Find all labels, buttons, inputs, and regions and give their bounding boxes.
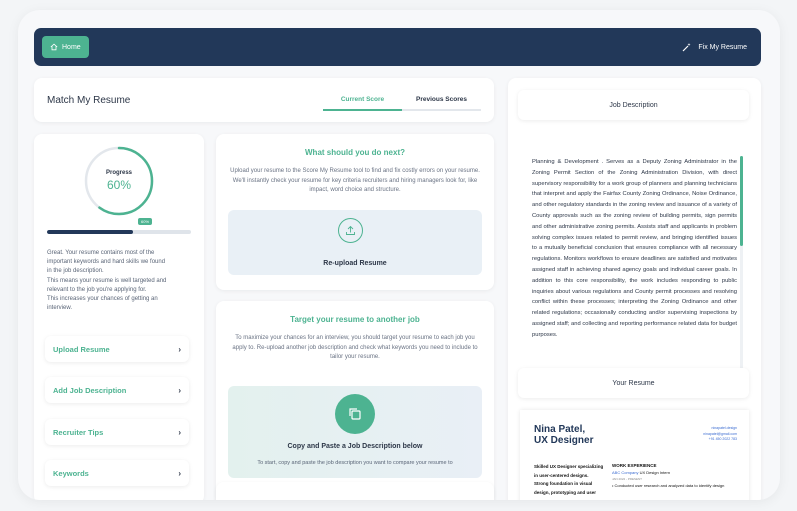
upload-resume-button[interactable]: Upload Resume › xyxy=(45,336,189,362)
resume-contact: ninapatel.design ninapatel@gmail.com +91… xyxy=(703,426,737,443)
resume-phone: +91 450 2022 783 xyxy=(708,437,737,441)
progress-bar-fill xyxy=(47,230,134,234)
page-title: Match My Resume xyxy=(47,94,131,106)
reupload-resume-button[interactable]: Re-upload Resume xyxy=(228,210,482,275)
resume-preview[interactable]: Nina Patel, UX Designer ninapatel.design… xyxy=(520,410,749,500)
progress-bar: 60% xyxy=(47,218,191,234)
progress-bar-badge: 60% xyxy=(138,218,153,225)
progress-value: 60% xyxy=(106,178,132,192)
score-explanation-line: interview. xyxy=(47,305,73,312)
score-explanation-line: important keywords and hard skills we fo… xyxy=(47,259,166,266)
menu-item-label: Keywords xyxy=(53,468,89,478)
paste-job-description-title: Copy and Paste a Job Description below xyxy=(287,443,423,450)
magic-wand-icon xyxy=(682,43,691,52)
tab-current-score[interactable]: Current Score xyxy=(323,90,402,111)
fix-my-resume-button[interactable]: Fix My Resume xyxy=(682,42,753,52)
resume-name: Nina Patel, UX Designer xyxy=(534,424,593,446)
menu-item-label: Recruiter Tips xyxy=(53,427,104,437)
upload-icon xyxy=(338,218,363,243)
company-name: ABC Company xyxy=(612,469,639,475)
score-explanation-line: This means your resume is well targeted … xyxy=(47,277,167,284)
chevron-right-icon: › xyxy=(178,468,181,478)
target-resume-title: Target your resume to another job xyxy=(290,315,420,324)
home-icon xyxy=(50,43,58,51)
chevron-right-icon: › xyxy=(178,385,181,395)
job-bullet: • Conducted user research and analyzed d… xyxy=(612,482,725,488)
next-steps-title: What should you do next? xyxy=(305,148,405,157)
home-button-label: Home xyxy=(62,43,81,51)
score-tabs: Current Score Previous Scores xyxy=(323,78,481,122)
your-resume-heading: Your Resume xyxy=(518,368,749,398)
match-resume-header: Match My Resume Current Score Previous S… xyxy=(34,78,494,122)
menu-item-label: Upload Resume xyxy=(53,344,110,354)
next-card xyxy=(216,482,494,500)
resume-title-line: UX Designer xyxy=(534,435,594,446)
progress-bar-track xyxy=(47,230,191,234)
top-navbar: Home Fix My Resume xyxy=(34,28,761,66)
next-steps-text: Upload your resume to the Score My Resum… xyxy=(230,168,480,193)
next-steps-card: What should you do next? Upload your res… xyxy=(216,134,494,290)
resume-summary: Skilled UX Designer specializing in user… xyxy=(534,464,604,495)
score-explanation-line: Great. Your resume contains most of the xyxy=(47,250,155,256)
score-explanation-line: in the job description. xyxy=(47,268,104,275)
score-explanation-line: relevant to the job you're applying for. xyxy=(47,286,147,293)
score-panel: Progress 60% 60% Great. Your resume cont… xyxy=(34,134,204,500)
chevron-right-icon: › xyxy=(178,427,181,437)
score-explanation: Great. Your resume contains most of the … xyxy=(47,249,197,313)
job-role: UX Design Intern xyxy=(639,469,671,475)
target-resume-text: To maximize your chances for an intervie… xyxy=(232,335,478,360)
app-frame: Home Fix My Resume Match My Resume Curre… xyxy=(18,10,780,500)
fix-my-resume-label: Fix My Resume xyxy=(698,43,747,51)
paste-job-description-subtitle: To start, copy and paste the job descrip… xyxy=(257,460,453,466)
job-description-scrollbar[interactable] xyxy=(740,156,743,374)
progress-label: Progress xyxy=(105,170,132,176)
copy-icon xyxy=(335,394,375,434)
resume-name-line: Nina Patel, xyxy=(534,424,586,435)
menu-item-label: Add Job Description xyxy=(53,385,127,395)
add-job-description-button[interactable]: Add Job Description › xyxy=(45,377,189,403)
progress-readout: Progress 60% xyxy=(82,170,156,192)
job-description-text: Planning & Development . Serves as a Dep… xyxy=(532,159,737,338)
tab-previous-scores[interactable]: Previous Scores xyxy=(402,90,481,111)
resume-work-experience: WORK EXPERIENCE ABC Company UX Design In… xyxy=(612,463,732,489)
paste-job-description-area[interactable]: Copy and Paste a Job Description below T… xyxy=(228,386,482,478)
chevron-right-icon: › xyxy=(178,344,181,354)
home-button[interactable]: Home xyxy=(42,36,89,58)
job-description-heading: Job Description xyxy=(518,90,749,120)
target-resume-card: Target your resume to another job To max… xyxy=(216,301,494,500)
score-explanation-line: This increases your chances of getting a… xyxy=(47,296,158,303)
reupload-resume-label: Re-upload Resume xyxy=(323,260,387,267)
job-bullet-text: Conducted user research and analyzed dat… xyxy=(614,482,725,488)
scrollbar-thumb[interactable] xyxy=(740,156,743,246)
keywords-button[interactable]: Keywords › xyxy=(45,460,189,486)
comparison-panel: Job Description Planning & Development .… xyxy=(508,78,761,500)
recruiter-tips-button[interactable]: Recruiter Tips › xyxy=(45,419,189,445)
